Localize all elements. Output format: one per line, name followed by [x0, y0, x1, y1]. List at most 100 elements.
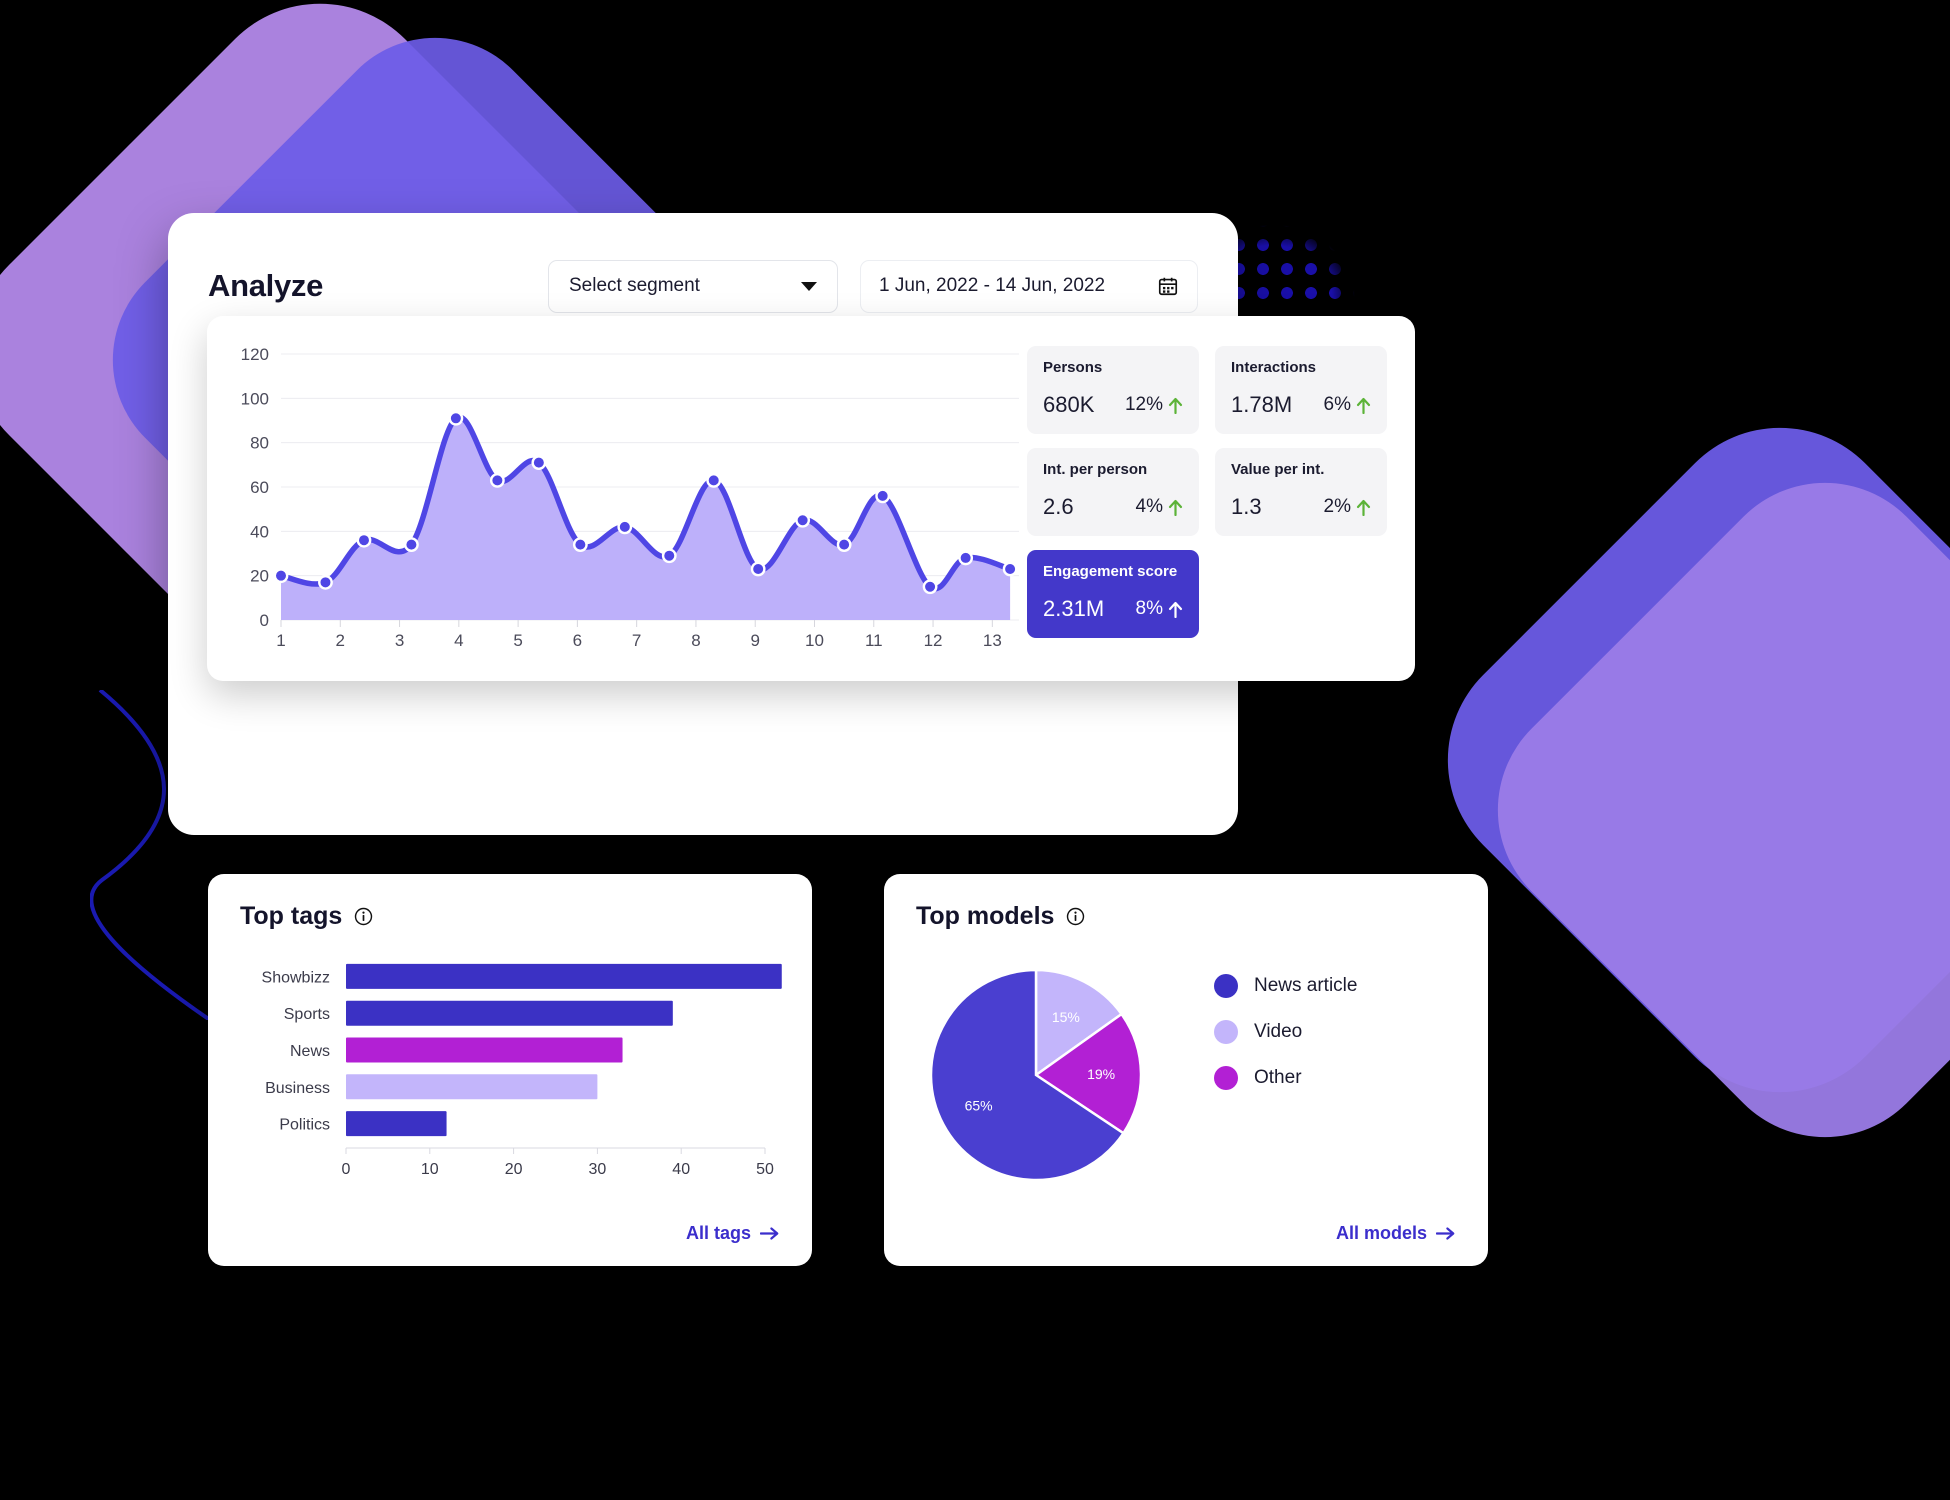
- kpi-delta-value: 8%: [1135, 598, 1163, 619]
- svg-text:20: 20: [505, 1161, 523, 1178]
- area-chart-svg: 0204060801001201 2 3 4 5 6 7 8 9 10 11 12 13: [241, 345, 1019, 650]
- top-models-header: Top models: [916, 902, 1085, 931]
- svg-text:15%: 15%: [1052, 1009, 1080, 1025]
- kpi-card-persons: Persons 680K 12%: [1027, 346, 1199, 434]
- info-icon[interactable]: [354, 907, 373, 926]
- chevron-down-icon: [801, 281, 817, 291]
- trend-up-arrow-icon: [1168, 397, 1183, 414]
- svg-text:20: 20: [250, 567, 269, 586]
- svg-text:Sports: Sports: [284, 1006, 330, 1023]
- legend-item-other[interactable]: Other: [1214, 1066, 1357, 1090]
- legend-label: Other: [1254, 1067, 1302, 1088]
- kpi-row: 2.31M 8%: [1043, 596, 1183, 622]
- kpi-title: Persons: [1043, 359, 1103, 376]
- kpi-value: 1.3: [1231, 494, 1262, 519]
- svg-text:9: 9: [750, 631, 759, 650]
- arrow-right-icon: [760, 1227, 779, 1240]
- kpi-delta: 4%: [1136, 496, 1183, 518]
- trend-up-arrow-icon: [1168, 499, 1183, 516]
- svg-text:10: 10: [805, 631, 824, 650]
- kpi-card-value-per-int: Value per int. 1.3 2%: [1215, 448, 1387, 536]
- kpi-value: 2.6: [1043, 494, 1074, 519]
- kpi-card-int-per-person: Int. per person 2.6 4%: [1027, 448, 1199, 536]
- svg-text:5: 5: [513, 631, 522, 650]
- kpi-title: Value per int.: [1231, 461, 1325, 478]
- svg-text:Politics: Politics: [279, 1117, 330, 1134]
- svg-text:13: 13: [983, 631, 1002, 650]
- svg-text:50: 50: [756, 1161, 774, 1178]
- svg-text:11: 11: [865, 631, 883, 650]
- svg-text:30: 30: [589, 1161, 607, 1178]
- date-range-picker[interactable]: 1 Jun, 2022 - 14 Jun, 2022: [860, 259, 1198, 313]
- svg-text:80: 80: [250, 434, 269, 453]
- calendar-icon: [1158, 277, 1178, 296]
- date-range-label: 1 Jun, 2022 - 14 Jun, 2022: [879, 275, 1106, 296]
- svg-text:3: 3: [395, 631, 404, 650]
- tags-bar-chart: Showbizz Sports News Business Politics 0 10 20 3…: [238, 952, 783, 1182]
- all-models-link-label: All models: [1335, 1223, 1427, 1243]
- kpi-title: Interactions: [1231, 359, 1317, 376]
- kpi-row: 2.6 4%: [1043, 494, 1183, 520]
- legend-item-news-article[interactable]: News article: [1214, 974, 1357, 998]
- legend-label: News article: [1254, 975, 1358, 996]
- legend-item-video[interactable]: Video: [1214, 1020, 1357, 1044]
- kpi-row: 680K 12%: [1043, 392, 1183, 418]
- svg-text:Showbizz: Showbizz: [262, 969, 330, 986]
- svg-text:4: 4: [454, 631, 463, 650]
- arrow-right-icon: [1436, 1227, 1455, 1240]
- info-icon[interactable]: [1066, 907, 1085, 926]
- kpi-row: 1.78M 6%: [1231, 392, 1371, 418]
- svg-text:120: 120: [241, 345, 269, 364]
- svg-text:40: 40: [250, 522, 269, 541]
- svg-text:2: 2: [336, 631, 345, 650]
- models-pie-chart-svg: 15% 19% 65%: [929, 968, 1143, 1182]
- svg-text:60: 60: [250, 478, 269, 497]
- models-legend: News article Video Other: [1214, 974, 1357, 1090]
- panel-header: Analyze Select segment 1 Jun, 2022 - 14 …: [208, 255, 1198, 317]
- screenshot-root: Analyze Select segment 1 Jun, 2022 - 14 …: [0, 0, 1950, 1500]
- trend-up-arrow-icon: [1356, 499, 1371, 516]
- kpi-delta-value: 6%: [1323, 394, 1351, 415]
- legend-label: Video: [1254, 1021, 1303, 1042]
- kpi-value: 2.31M: [1043, 596, 1105, 621]
- svg-text:1: 1: [276, 631, 285, 650]
- kpi-grid: Persons 680K 12% Interactions 1.78M 6% Int. pe…: [1027, 346, 1399, 638]
- chart-card: 0 20 40 60 80 100 120 1 2 3 4 5 6 7 8 9 10 11 12 13 Persons…: [207, 316, 1415, 681]
- kpi-delta: 12%: [1125, 394, 1183, 416]
- header-controls: Select segment 1 Jun, 2022 - 14 Jun, 202…: [548, 259, 1198, 313]
- all-tags-link[interactable]: All tags: [686, 1223, 780, 1244]
- svg-text:News: News: [290, 1043, 330, 1060]
- svg-text:100: 100: [241, 389, 269, 408]
- kpi-delta: 6%: [1324, 394, 1371, 416]
- kpi-delta-value: 12%: [1124, 394, 1163, 415]
- page-title: Analyze: [208, 268, 324, 303]
- kpi-delta-value: 4%: [1135, 496, 1163, 517]
- segment-select-label: Select segment: [569, 275, 700, 296]
- kpi-value: 680K: [1043, 392, 1095, 417]
- tags-bar-chart-svg: Showbizz Sports News Business Politics 0 10 20 3…: [262, 963, 782, 1178]
- kpi-delta: 8%: [1136, 598, 1183, 620]
- svg-text:0: 0: [260, 611, 269, 630]
- top-tags-header: Top tags: [240, 902, 373, 931]
- svg-text:40: 40: [672, 1161, 690, 1178]
- top-models-title: Top models: [916, 902, 1055, 930]
- svg-text:65%: 65%: [965, 1098, 993, 1114]
- kpi-title: Int. per person: [1043, 461, 1148, 478]
- top-tags-title: Top tags: [240, 902, 343, 930]
- svg-text:8: 8: [691, 631, 700, 650]
- top-models-card: Top models 15% 19% 65% News article Video Ot…: [884, 874, 1488, 1266]
- all-tags-link-label: All tags: [685, 1223, 751, 1243]
- svg-text:19%: 19%: [1087, 1066, 1115, 1082]
- segment-select[interactable]: Select segment: [548, 259, 838, 313]
- kpi-title: Engagement score: [1043, 563, 1178, 580]
- kpi-delta: 2%: [1324, 496, 1371, 518]
- kpi-card-engagement-score: Engagement score 2.31M 8%: [1027, 550, 1199, 638]
- legend-color-swatch: [1214, 974, 1238, 998]
- svg-text:Business: Business: [265, 1080, 330, 1097]
- legend-color-swatch: [1214, 1066, 1238, 1090]
- svg-text:6: 6: [573, 631, 582, 650]
- trend-up-arrow-icon: [1168, 601, 1183, 618]
- svg-text:12: 12: [924, 631, 943, 650]
- kpi-card-interactions: Interactions 1.78M 6%: [1215, 346, 1387, 434]
- all-models-link[interactable]: All models: [1336, 1223, 1456, 1244]
